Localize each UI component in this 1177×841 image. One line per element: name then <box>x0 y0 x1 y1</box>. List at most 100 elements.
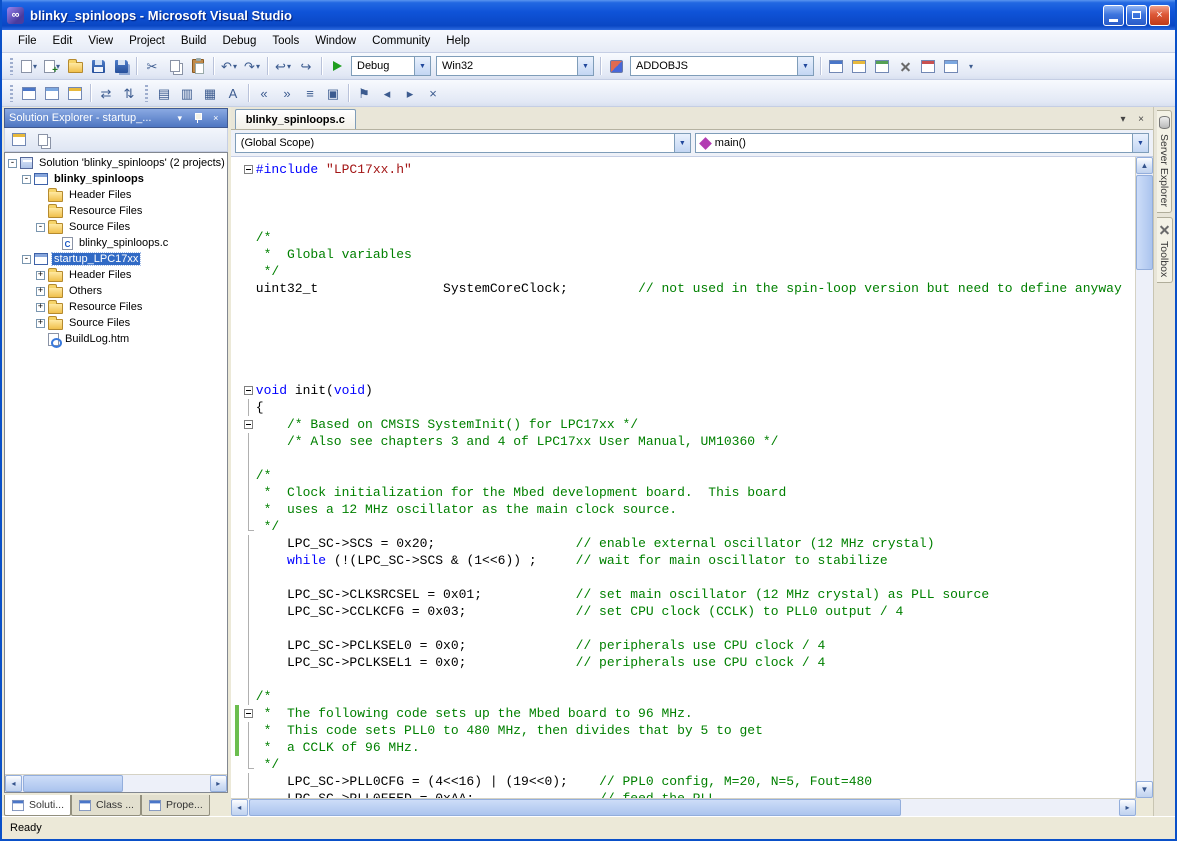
expand-toggle-icon[interactable]: + <box>36 271 45 280</box>
comment-selection-button[interactable]: ≡ <box>299 82 321 104</box>
menu-view[interactable]: View <box>80 32 121 50</box>
tool-tab-soluti[interactable]: Soluti... <box>4 795 71 816</box>
navigate-forward-button[interactable]: ↪ <box>295 55 317 77</box>
tree-item-header-files[interactable]: +Header Files <box>5 267 227 283</box>
display-quick-info-button[interactable]: ▦ <box>199 82 221 104</box>
toolbox-button[interactable] <box>894 55 916 77</box>
word-completion-button[interactable]: A <box>222 82 244 104</box>
scope-dropdown[interactable]: (Global Scope) ▼ <box>235 133 691 153</box>
tree-item-blinky-spinloops[interactable]: -blinky_spinloops <box>5 171 227 187</box>
find-combo[interactable]: ADDOBJS▼ <box>630 56 814 76</box>
autohide-tab-server-explorer[interactable]: Server Explorer <box>1157 110 1172 213</box>
scroll-thumb[interactable] <box>249 799 901 816</box>
tree-item-startup-lpc17xx[interactable]: -startup_LPC17xx <box>5 251 227 267</box>
open-file-button[interactable] <box>64 55 86 77</box>
close-document-icon[interactable]: × <box>1133 111 1149 127</box>
expand-toggle-icon[interactable]: - <box>22 255 31 264</box>
expand-toggle-icon[interactable]: + <box>36 287 45 296</box>
scroll-left-icon[interactable]: ◂ <box>231 799 248 816</box>
menu-project[interactable]: Project <box>121 32 173 50</box>
scroll-thumb[interactable] <box>1136 175 1153 270</box>
toolbar-grip[interactable] <box>145 85 148 102</box>
solution-tree[interactable]: -Solution 'blinky_spinloops' (2 projects… <box>5 153 227 774</box>
tree-item-others[interactable]: +Others <box>5 283 227 299</box>
undo-button[interactable]: ↶▾ <box>218 55 240 77</box>
increase-indent-button[interactable]: » <box>276 82 298 104</box>
add-new-item-button[interactable]: ▾ <box>41 55 63 77</box>
chevron-down-icon[interactable]: ▾ <box>33 62 37 71</box>
menu-edit[interactable]: Edit <box>45 32 81 50</box>
editor-vscrollbar[interactable]: ▲ ▼ <box>1135 157 1153 798</box>
menu-window[interactable]: Window <box>307 32 364 50</box>
next-bookmark-button[interactable]: ▸ <box>399 82 421 104</box>
scroll-up-icon[interactable]: ▲ <box>1136 157 1153 174</box>
solution-platforms-combo[interactable]: Win32▼ <box>436 56 594 76</box>
display-parameter-info-button[interactable]: ▥ <box>176 82 198 104</box>
chevron-down-icon[interactable]: ▼ <box>577 57 593 75</box>
maximize-button[interactable] <box>1126 5 1147 26</box>
fold-collapse-icon[interactable] <box>244 386 253 395</box>
document-tab[interactable]: blinky_spinloops.c <box>235 109 356 129</box>
paste-button[interactable] <box>187 55 209 77</box>
copy-button[interactable] <box>164 55 186 77</box>
new-project-button[interactable]: ▾ <box>18 55 40 77</box>
scroll-right-icon[interactable]: ▸ <box>1119 799 1136 816</box>
previous-bookmark-button[interactable]: ◂ <box>376 82 398 104</box>
menu-community[interactable]: Community <box>364 32 438 50</box>
uncomment-selection-button[interactable]: ▣ <box>322 82 344 104</box>
chevron-down-icon[interactable]: ▼ <box>414 57 430 75</box>
chevron-down-icon[interactable]: ▾ <box>287 62 291 71</box>
code-editor[interactable]: #include "LPC17xx.h"/* * Global variable… <box>231 157 1135 798</box>
scroll-thumb[interactable] <box>23 775 123 792</box>
properties-icon[interactable] <box>8 129 30 151</box>
menu-build[interactable]: Build <box>173 32 215 50</box>
window-position-icon[interactable]: ▾ <box>173 111 187 125</box>
scroll-right-icon[interactable]: ▸ <box>210 775 227 792</box>
tree-item-blinky-spinloops-c[interactable]: Cblinky_spinloops.c <box>5 235 227 251</box>
cut-button[interactable]: ✂ <box>141 55 163 77</box>
chevron-down-icon[interactable]: ▾ <box>256 62 260 71</box>
tool-tab-prope[interactable]: Prope... <box>141 795 210 816</box>
expand-toggle-icon[interactable]: - <box>8 159 17 168</box>
chevron-down-icon[interactable]: ▼ <box>1132 134 1148 152</box>
expand-toggle-icon[interactable]: - <box>22 175 31 184</box>
show-all-files-icon[interactable] <box>32 129 54 151</box>
tree-item-buildlog-htm[interactable]: BuildLog.htm <box>5 331 227 347</box>
decrease-indent-button[interactable]: « <box>253 82 275 104</box>
chevron-down-icon[interactable]: ▾ <box>233 62 237 71</box>
navigate-backward-button[interactable]: ↩▾ <box>272 55 294 77</box>
sync-views-button[interactable]: ⇄ <box>95 82 117 104</box>
command-window-button[interactable] <box>940 55 962 77</box>
scroll-left-icon[interactable]: ◂ <box>5 775 22 792</box>
tree-item-source-files[interactable]: -Source Files <box>5 219 227 235</box>
autohide-tab-toolbox[interactable]: Toolbox <box>1157 217 1173 283</box>
sort-items-button[interactable]: ⇅ <box>118 82 140 104</box>
fold-collapse-icon[interactable] <box>244 709 253 718</box>
display-member-list-button[interactable]: ▤ <box>153 82 175 104</box>
menu-file[interactable]: File <box>10 32 45 50</box>
solution-explorer-hscrollbar[interactable]: ◂ ▸ <box>5 774 227 792</box>
resource-view-button[interactable] <box>41 82 63 104</box>
fold-collapse-icon[interactable] <box>244 165 253 174</box>
toolbar-grip[interactable] <box>10 85 13 102</box>
properties-window-button[interactable] <box>848 55 870 77</box>
tree-item-solution-blinky-spinloops-2-projects[interactable]: -Solution 'blinky_spinloops' (2 projects… <box>5 155 227 171</box>
tool-tab-class[interactable]: Class ... <box>71 795 141 816</box>
fold-collapse-icon[interactable] <box>244 420 253 429</box>
tree-item-header-files[interactable]: Header Files <box>5 187 227 203</box>
scroll-down-icon[interactable]: ▼ <box>1136 781 1153 798</box>
menu-debug[interactable]: Debug <box>214 32 264 50</box>
chevron-down-icon[interactable]: ▼ <box>674 134 690 152</box>
object-browser-button[interactable] <box>871 55 893 77</box>
redo-button[interactable]: ↷▾ <box>241 55 263 77</box>
close-button[interactable]: × <box>1149 5 1170 26</box>
error-list-button[interactable] <box>917 55 939 77</box>
find-symbol-icon[interactable] <box>605 55 627 77</box>
expand-toggle-icon[interactable]: + <box>36 303 45 312</box>
save-all-button[interactable] <box>110 55 132 77</box>
expand-toggle-icon[interactable]: - <box>36 223 45 232</box>
clear-bookmarks-button[interactable]: × <box>422 82 444 104</box>
class-view-button[interactable] <box>18 82 40 104</box>
minimize-button[interactable] <box>1103 5 1124 26</box>
save-button[interactable] <box>87 55 109 77</box>
